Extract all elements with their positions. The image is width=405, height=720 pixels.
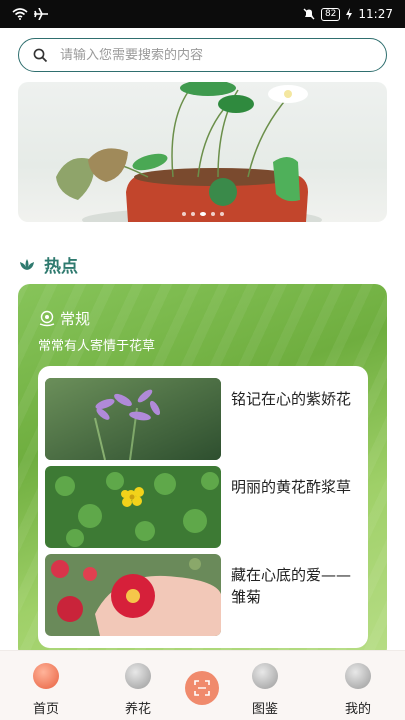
status-right: 82 11:27 — [303, 7, 393, 21]
list-item-thumbnail — [45, 554, 221, 636]
status-bar: 82 11:27 — [0, 0, 405, 28]
banner-plant-image — [56, 82, 322, 222]
daisy-hand-image — [45, 554, 221, 636]
search-bar[interactable] — [18, 38, 387, 72]
flower-pin-icon — [39, 310, 55, 326]
section-header: 热点 — [18, 252, 78, 277]
banner-carousel[interactable] — [18, 82, 387, 222]
status-time: 11:27 — [358, 7, 393, 21]
section-title: 热点 — [44, 257, 78, 277]
bottom-tab-bar: 首页 养花 图鉴 我的 — [0, 650, 405, 720]
carousel-dot[interactable] — [181, 212, 186, 216]
tab-mine[interactable]: 我的 — [328, 663, 388, 717]
status-left — [12, 8, 48, 20]
mute-bell-icon — [303, 8, 315, 20]
tab-home[interactable]: 首页 — [16, 663, 76, 717]
battery-indicator: 82 — [320, 7, 341, 21]
lotus-icon — [20, 258, 34, 270]
list-item-thumbnail — [45, 466, 221, 548]
list-item[interactable]: 铭记在心的紫娇花 — [45, 378, 361, 460]
tab-mine-label: 我的 — [344, 702, 371, 717]
search-icon — [33, 48, 48, 62]
card-heading: 常规 — [38, 308, 90, 329]
tab-home-label: 首页 — [32, 702, 59, 717]
list-item-title: 藏在心底的爱——雏菊 — [231, 566, 352, 606]
tab-plant-care[interactable]: 养花 — [108, 663, 168, 717]
list-item-title: 铭记在心的紫娇花 — [231, 390, 352, 408]
list-item[interactable]: 明丽的黄花酢浆草 — [45, 466, 361, 548]
plant-care-icon — [125, 663, 151, 689]
carousel-dot[interactable] — [190, 212, 195, 216]
list-item-title: 明丽的黄花酢浆草 — [231, 478, 352, 496]
list-item[interactable]: 藏在心底的爱——雏菊 — [45, 554, 361, 636]
profile-icon — [345, 663, 371, 689]
search-input[interactable] — [60, 47, 350, 63]
list-item-thumbnail — [45, 378, 221, 460]
tab-encyclopedia[interactable]: 图鉴 — [235, 663, 295, 717]
carousel-dot-active[interactable] — [199, 212, 206, 216]
charging-icon — [346, 8, 353, 20]
card-subtitle: 常常有人寄情于花草 — [38, 339, 156, 354]
purple-flower-image — [45, 378, 221, 460]
carousel-dot[interactable] — [210, 212, 215, 216]
wifi-icon — [12, 8, 28, 20]
carousel-dot[interactable] — [219, 212, 224, 216]
yellow-flower-image — [45, 466, 221, 548]
scan-button[interactable] — [172, 671, 232, 705]
card-heading-label: 常规 — [60, 310, 91, 328]
carousel-dots — [18, 212, 387, 216]
tab-encyclopedia-label: 图鉴 — [251, 702, 278, 717]
tab-plant-care-label: 养花 — [124, 702, 151, 717]
article-list: 铭记在心的紫娇花 明丽的黄花酢浆草 藏在心底的爱——雏菊 — [38, 366, 368, 648]
home-icon — [33, 663, 59, 689]
hot-topics-card: 常规 常常有人寄情于花草 铭记在心的紫娇花 明丽的黄花酢浆草 藏在心底的爱——雏… — [18, 284, 387, 660]
airplane-icon — [34, 8, 48, 20]
encyclopedia-icon — [252, 663, 278, 689]
scan-icon — [185, 671, 219, 705]
